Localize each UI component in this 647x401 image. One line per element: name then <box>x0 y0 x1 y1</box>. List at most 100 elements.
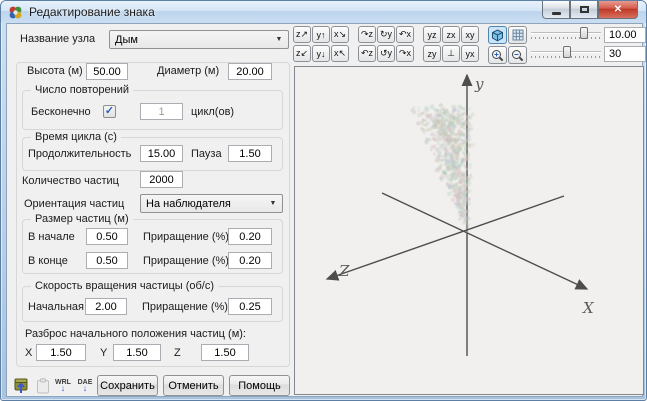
spread-label: Разброс начального положения частиц (м): <box>25 328 246 340</box>
cube-icon <box>491 29 504 42</box>
size-start-inc-input[interactable] <box>228 228 272 245</box>
node-name-label: Название узла <box>20 33 95 45</box>
download-arrow-icon: ↓ <box>61 386 66 391</box>
save-button[interactable]: Сохранить <box>97 375 158 396</box>
help-button[interactable]: Помощь <box>229 375 290 396</box>
perspective-view-button[interactable] <box>488 26 507 44</box>
grid-value-field[interactable]: 30 <box>604 46 646 62</box>
dialog-window: Редактирование знака ✕ Название узла Дым… <box>0 0 647 401</box>
pause-input[interactable] <box>228 145 272 162</box>
minimize-button[interactable] <box>542 1 570 19</box>
rotation-group-title: Скорость вращения частицы (об/с) <box>31 280 218 292</box>
view-axes-button[interactable]: ⊥ <box>442 45 460 62</box>
window-title: Редактирование знака <box>29 5 155 19</box>
duration-label: Продолжительность <box>28 148 131 160</box>
rotation-initial-label: Начальная <box>28 301 84 313</box>
view-zy-button[interactable]: zy <box>423 45 441 62</box>
translate-x-plus-button[interactable]: x↘ <box>331 26 349 43</box>
download-arrow-icon: ↓ <box>83 386 88 391</box>
diameter-label: Диаметр (м) <box>157 65 219 77</box>
size-start-input[interactable] <box>86 228 128 245</box>
grid-slider[interactable] <box>531 45 601 61</box>
clipboard-icon <box>36 378 50 394</box>
duration-input[interactable] <box>140 145 183 162</box>
translate-x-minus-button[interactable]: x↖ <box>331 45 349 62</box>
check-icon: ✓ <box>105 106 114 117</box>
rotate-x-minus-button[interactable]: ↷x <box>396 45 414 62</box>
height-input[interactable] <box>86 63 128 80</box>
rotation-inc-input[interactable] <box>228 298 272 315</box>
size-end-input[interactable] <box>86 252 128 269</box>
translate-z-minus-button[interactable]: z↙ <box>293 45 311 62</box>
rotate-x-plus-button[interactable]: ↶x <box>396 26 414 43</box>
rotate-y-minus-button[interactable]: ↺y <box>377 45 395 62</box>
chevron-down-icon: ▼ <box>265 196 281 211</box>
caption-buttons: ✕ <box>542 1 638 19</box>
zoom-slider[interactable] <box>531 26 601 42</box>
orientation-select[interactable]: На наблюдателя ▼ <box>140 194 283 213</box>
particle-count-input[interactable] <box>140 171 183 188</box>
cancel-button[interactable]: Отменить <box>163 375 224 396</box>
cycle-time-group-title: Время цикла (с) <box>31 131 121 143</box>
diameter-input[interactable] <box>228 63 272 80</box>
slider-track <box>531 32 601 34</box>
size-end-inc-input[interactable] <box>228 252 272 269</box>
cycles-input[interactable] <box>140 103 183 120</box>
rotation-initial-input[interactable] <box>85 298 127 315</box>
maximize-icon <box>580 6 589 13</box>
translate-z-plus-button[interactable]: z↗ <box>293 26 311 43</box>
rotate-z-minus-button[interactable]: ↶z <box>358 45 376 62</box>
rotate-z-plus-button[interactable]: ↷z <box>358 26 376 43</box>
view-zx-button[interactable]: zx <box>442 26 460 43</box>
smoke-particles <box>295 67 643 394</box>
grid-icon <box>512 29 524 41</box>
slider-thumb[interactable] <box>580 27 588 39</box>
spread-z-label: Z <box>174 347 181 359</box>
export-package-button[interactable] <box>11 374 31 396</box>
close-icon: ✕ <box>614 4 622 15</box>
translate-y-minus-button[interactable]: y↓ <box>312 45 330 62</box>
export-wrl-button[interactable]: WRL ↓ <box>53 374 73 396</box>
zoom-out-button[interactable] <box>508 46 527 64</box>
repeat-group-title: Число повторений <box>31 84 133 96</box>
spread-y-input[interactable] <box>113 344 161 361</box>
view-yx-button[interactable]: yx <box>461 45 479 62</box>
grid-toggle-button[interactable] <box>508 26 527 44</box>
size-start-label: В начале <box>28 231 75 243</box>
particle-count-label: Количество частиц <box>22 175 119 187</box>
app-icon <box>8 5 23 20</box>
slider-ticks <box>531 37 601 39</box>
zoom-value-field[interactable]: 10.00 <box>604 27 646 43</box>
zoom-out-icon <box>511 49 524 62</box>
translate-y-plus-button[interactable]: y↑ <box>312 26 330 43</box>
viewport-3d[interactable]: y X Z <box>294 66 644 395</box>
cycles-suffix-label: цикл(ов) <box>191 106 234 118</box>
spread-z-input[interactable] <box>201 344 249 361</box>
spread-x-label: X <box>25 347 32 359</box>
rotate-y-plus-button[interactable]: ↻y <box>377 26 395 43</box>
size-group-title: Размер частиц (м) <box>31 213 133 225</box>
package-icon <box>13 376 29 394</box>
rotation-inc-label: Приращение (%) <box>142 301 228 313</box>
orientation-label: Ориентация частиц <box>24 198 124 210</box>
minimize-icon <box>552 12 561 15</box>
export-dae-button[interactable]: DAE ↓ <box>75 374 95 396</box>
slider-thumb[interactable] <box>563 46 571 58</box>
client-area: Название узла Дым ▼ Высота (м) Диаметр (… <box>6 23 643 397</box>
size-start-inc-label: Приращение (%) <box>143 231 229 243</box>
zoom-in-icon <box>491 49 504 62</box>
node-name-value: Дым <box>115 34 138 46</box>
zoom-in-button[interactable] <box>488 46 507 64</box>
orientation-value: На наблюдателя <box>146 198 231 210</box>
node-name-select[interactable]: Дым ▼ <box>109 30 289 49</box>
infinite-checkbox[interactable]: ✓ <box>103 105 116 118</box>
height-label: Высота (м) <box>27 65 83 77</box>
chevron-down-icon: ▼ <box>271 32 287 47</box>
view-xy-button[interactable]: xy <box>461 26 479 43</box>
maximize-button[interactable] <box>570 1 598 19</box>
close-button[interactable]: ✕ <box>598 1 638 19</box>
pause-label: Пауза <box>191 148 222 160</box>
view-yz-button[interactable]: yz <box>423 26 441 43</box>
spread-x-input[interactable] <box>36 344 86 361</box>
paste-button[interactable] <box>33 375 53 397</box>
